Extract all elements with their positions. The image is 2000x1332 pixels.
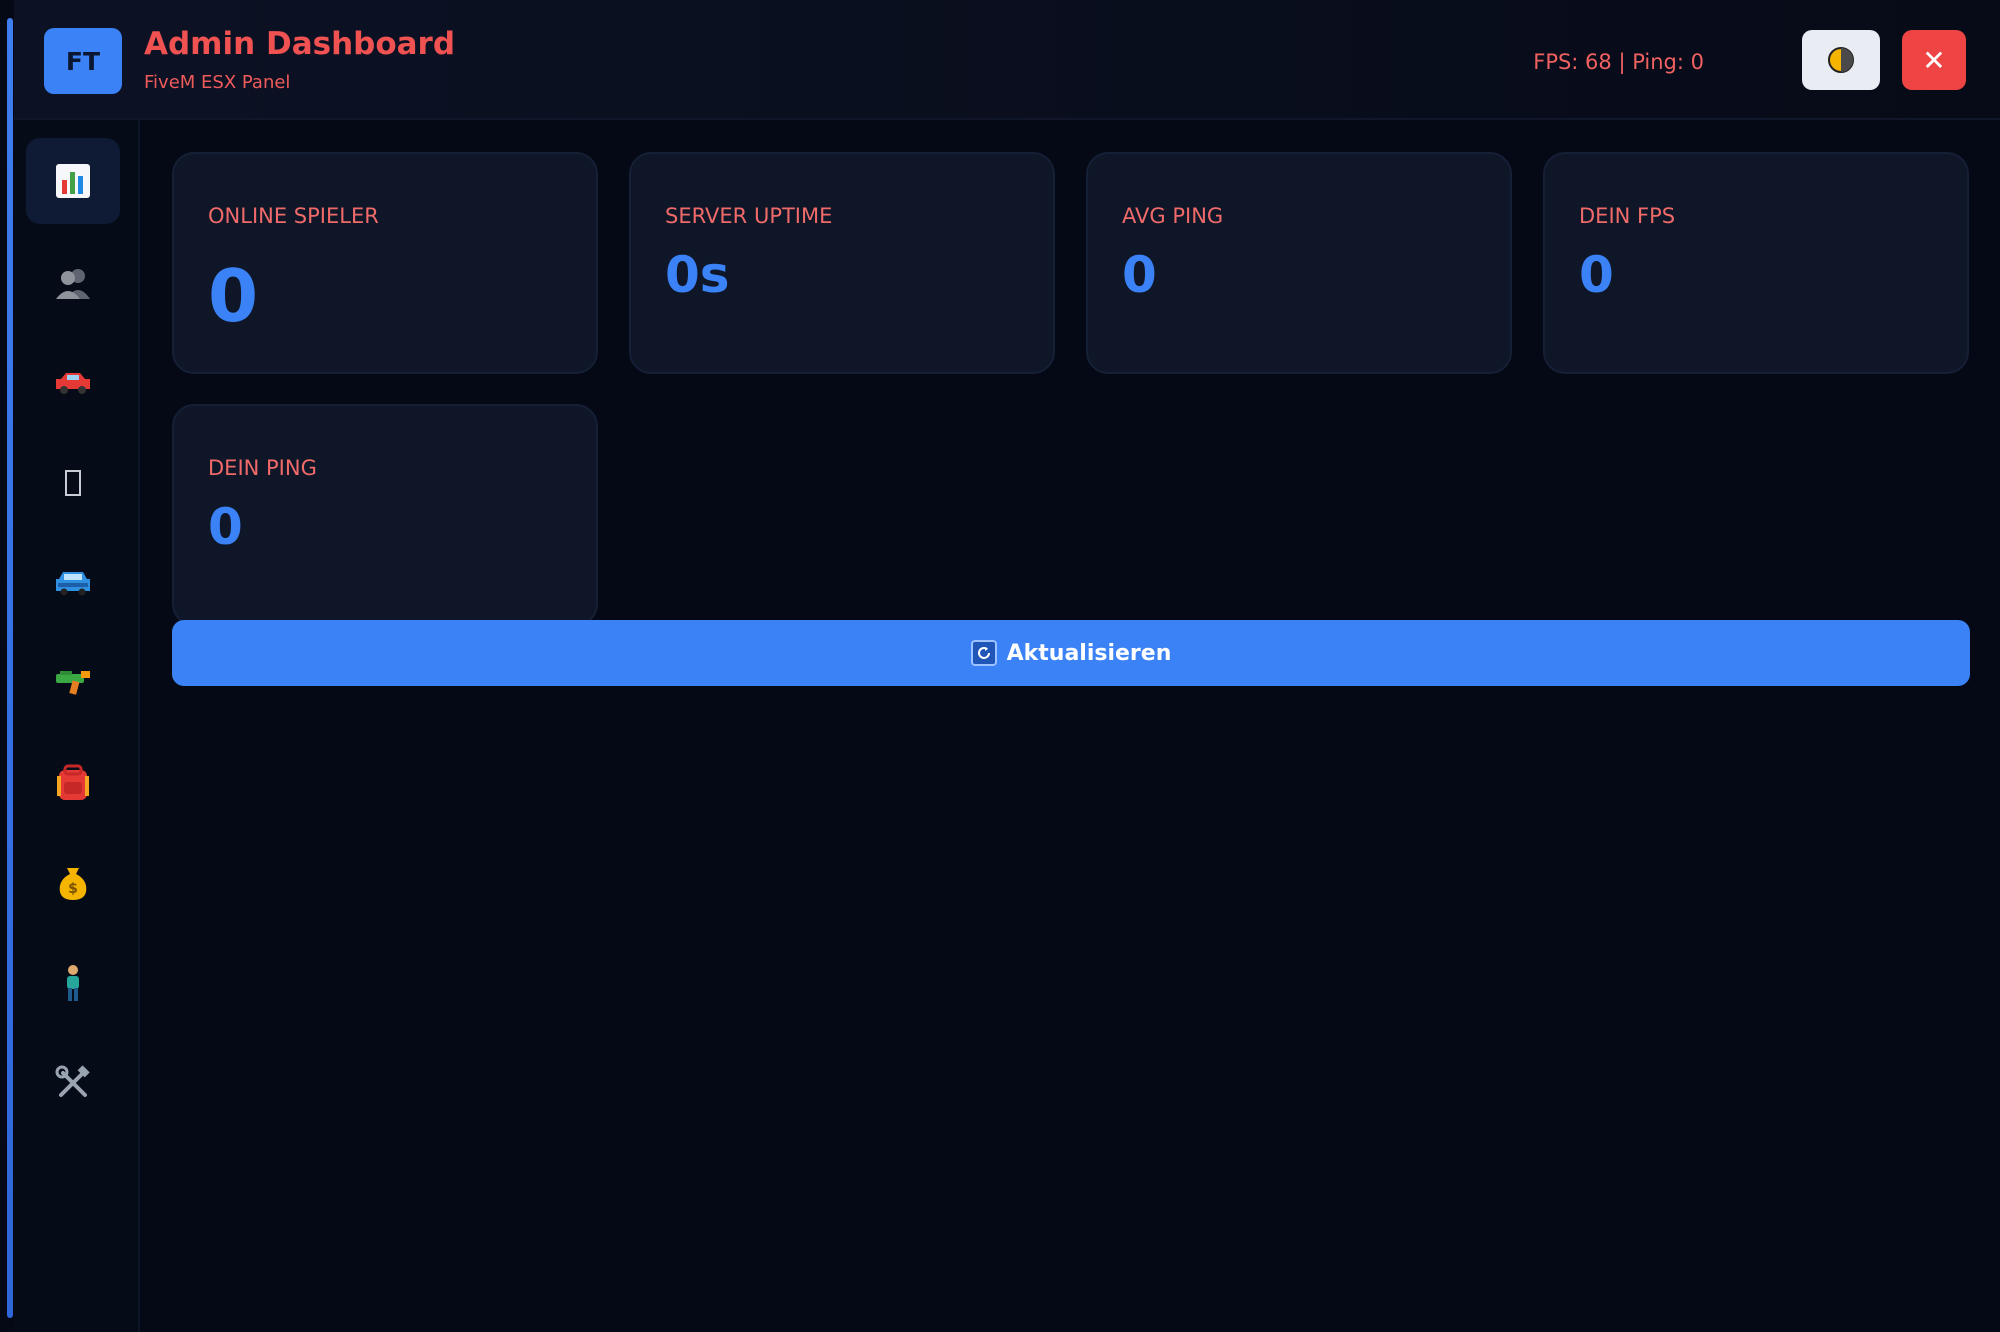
left-accent-bar (7, 18, 13, 1318)
refresh-icon (970, 640, 997, 666)
stat-value: 0 (208, 254, 259, 338)
stat-value: 0 (1122, 246, 1157, 304)
stat-label: ONLINE SPIELER (208, 204, 379, 228)
stat-card-online-players: ONLINE SPIELER 0 (172, 152, 598, 374)
sidebar-item-tools[interactable] (26, 1040, 120, 1126)
bar-chart-icon (56, 164, 90, 198)
close-button[interactable]: ✕ (1902, 30, 1966, 90)
stat-label: DEIN FPS (1579, 204, 1676, 228)
stat-label: SERVER UPTIME (665, 204, 833, 228)
stat-card-your-fps: DEIN FPS 0 (1543, 152, 1969, 374)
gun-icon (56, 671, 90, 695)
sidebar-item-dashboard[interactable] (26, 138, 120, 224)
tools-icon (55, 1065, 90, 1097)
stat-label: DEIN PING (208, 456, 317, 480)
sidebar-item-blank[interactable] (26, 440, 120, 526)
theme-toggle-icon (1828, 47, 1854, 73)
stat-card-avg-ping: AVG PING 0 (1086, 152, 1512, 374)
garage-car-icon (56, 572, 90, 596)
sidebar-item-weapons[interactable] (26, 640, 120, 726)
sidebar-item-inventory[interactable] (26, 740, 120, 826)
refresh-button-label: Aktualisieren (1006, 640, 1172, 666)
stat-card-your-ping: DEIN PING 0 (172, 404, 598, 626)
stat-card-server-uptime: SERVER UPTIME 0s (629, 152, 1055, 374)
person-icon (67, 965, 79, 1001)
refresh-button[interactable]: Aktualisieren (172, 620, 1970, 686)
svg-text:$: $ (68, 881, 78, 897)
page-subtitle: FiveM ESX Panel (144, 72, 291, 93)
missing-glyph-icon (65, 470, 81, 496)
logo-badge: FT (44, 28, 122, 94)
header-bar: FT Admin Dashboard FiveM ESX Panel FPS: … (14, 0, 2000, 120)
sidebar-item-players[interactable] (26, 240, 120, 326)
theme-toggle-button[interactable] (1802, 30, 1880, 90)
money-bag-icon: $ (59, 868, 87, 900)
sidebar-item-character[interactable] (26, 940, 120, 1026)
stat-value: 0 (208, 498, 243, 556)
stat-label: AVG PING (1122, 204, 1224, 228)
car-icon (56, 373, 90, 394)
sidebar-item-money[interactable]: $ (26, 840, 120, 926)
app-window: FT Admin Dashboard FiveM ESX Panel FPS: … (0, 0, 2000, 1332)
page-title: Admin Dashboard (144, 26, 456, 62)
backpack-icon (57, 764, 89, 800)
stat-value: 0s (665, 246, 730, 304)
fps-ping-readout: FPS: 68 | Ping: 0 (1533, 50, 1704, 74)
sidebar: $ (14, 120, 140, 1332)
players-icon (56, 269, 90, 299)
sidebar-item-vehicles[interactable] (26, 340, 120, 426)
sidebar-item-garage[interactable] (26, 540, 120, 626)
stat-value: 0 (1579, 246, 1614, 304)
